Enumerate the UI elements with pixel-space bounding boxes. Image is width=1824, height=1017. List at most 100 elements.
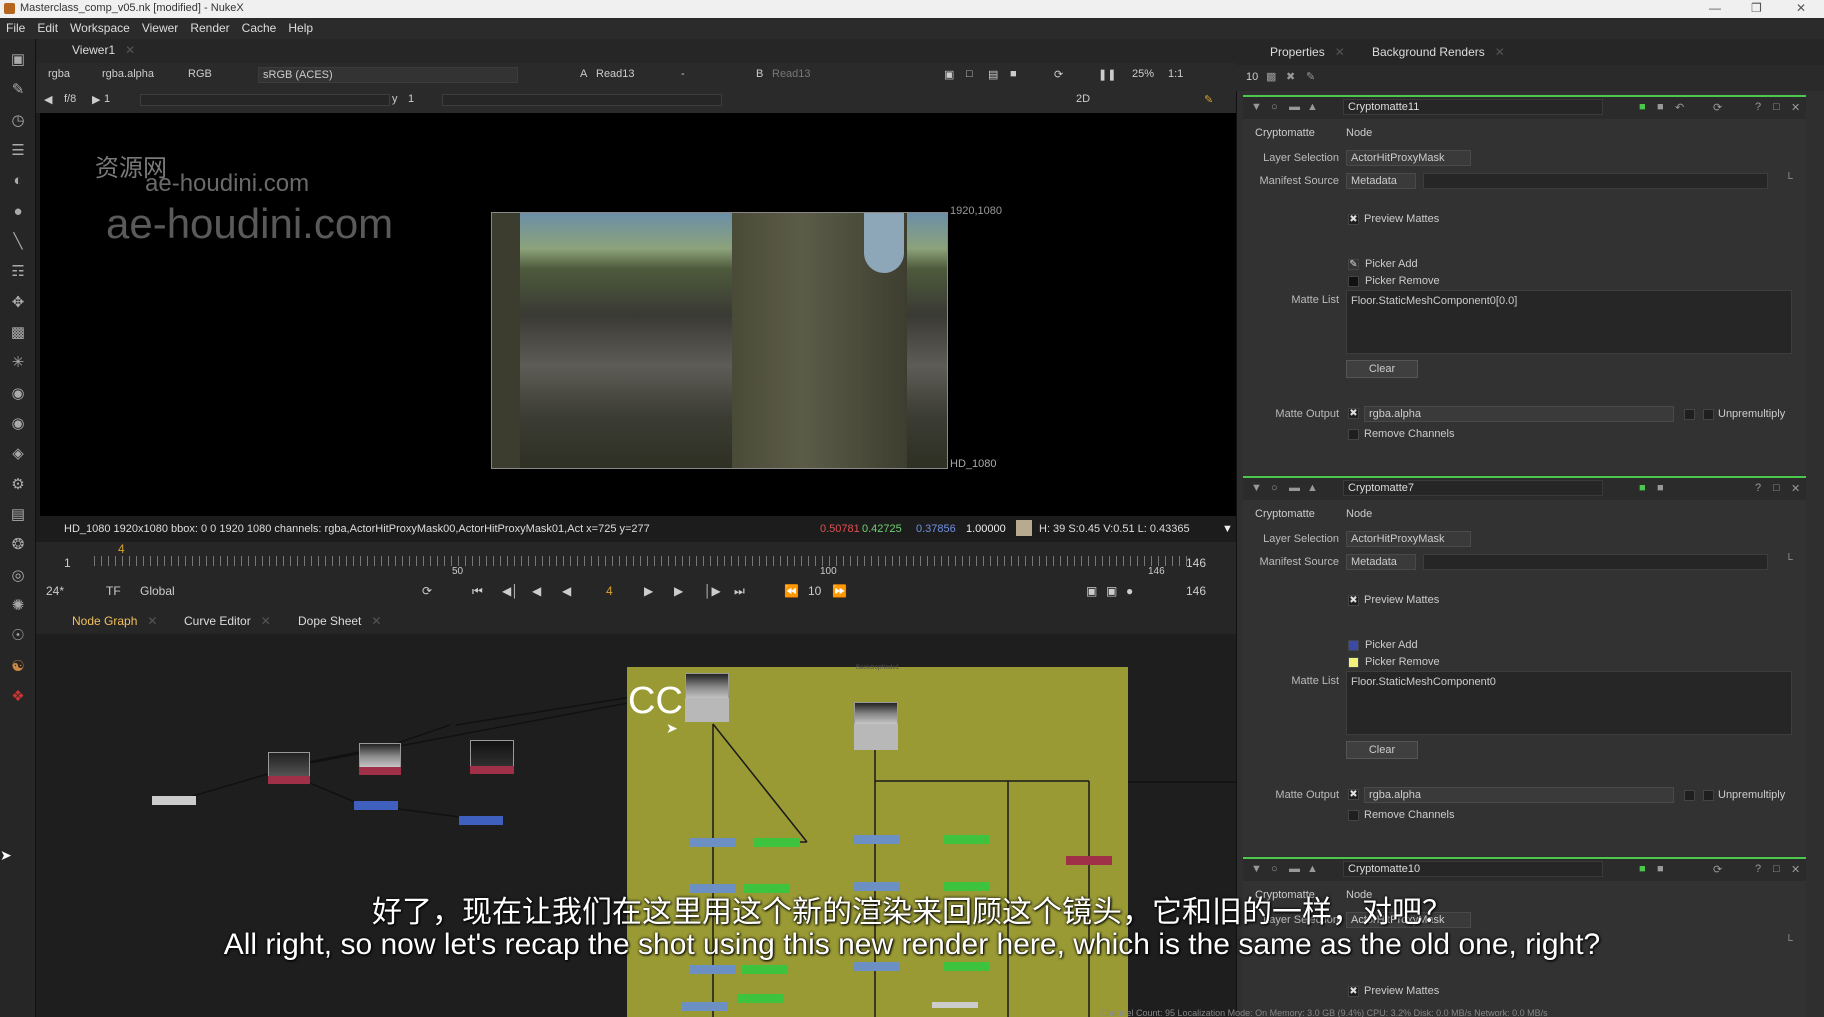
3d-tool-icon[interactable]: ▩ (9, 324, 27, 342)
in-point-icon[interactable]: ▣ (1086, 584, 1097, 598)
help-icon[interactable]: ? (1755, 101, 1761, 113)
help-icon[interactable]: ? (1755, 863, 1761, 875)
remove-channels-checkbox[interactable] (1348, 429, 1359, 440)
prev-frame-icon[interactable]: ◀ (532, 584, 541, 598)
color-tool-icon[interactable]: ◐ (9, 172, 27, 190)
manifest-field[interactable] (1423, 173, 1768, 189)
write-node[interactable] (1066, 856, 1112, 865)
render-thumbnail[interactable] (854, 702, 898, 726)
tab-node[interactable]: Node (1346, 127, 1372, 139)
lut-select[interactable]: sRGB (ACES) (258, 67, 518, 83)
channels-icon[interactable]: ▬ (1289, 101, 1300, 113)
toolsets-tool-icon[interactable]: ⚙ (9, 476, 27, 494)
node-name-field[interactable]: Cryptomatte10 (1343, 861, 1603, 877)
edit-icon[interactable]: ✎ (1306, 70, 1315, 83)
frame-field[interactable]: 1 (104, 93, 110, 105)
timeline[interactable]: 1 4 50 100 146 146 (36, 542, 1236, 577)
help-icon[interactable]: ? (1755, 482, 1761, 494)
file-browse-icon[interactable]: └ (1785, 173, 1793, 185)
float-icon[interactable]: □ (1773, 863, 1780, 875)
step-forward-icon[interactable]: ⏩ (832, 584, 847, 598)
menu-cache[interactable]: Cache (236, 18, 283, 35)
shuffle-node-5[interactable] (690, 965, 736, 974)
clear-button[interactable]: Clear (1346, 360, 1418, 378)
fps-select[interactable]: 24* (46, 584, 64, 598)
cryptomatte-tool-icon[interactable]: ☯ (9, 658, 27, 676)
picker-remove-swatch[interactable] (1348, 276, 1359, 287)
prev-keyframe-icon[interactable]: ◀│ (502, 584, 519, 598)
view-mode-select[interactable]: 2D (1076, 93, 1090, 105)
grade-node-1[interactable] (754, 838, 800, 847)
cc-input-thumbnail[interactable] (685, 673, 729, 701)
layer-selection-select[interactable]: ActorHitProxyMask (1346, 150, 1471, 166)
tab-node[interactable]: Node (1346, 508, 1372, 520)
tab-properties[interactable]: Properties ✕ (1270, 45, 1345, 59)
matte-output-channel-toggle[interactable] (1684, 790, 1695, 801)
rgb-select[interactable]: RGB (188, 68, 212, 80)
read-node-3[interactable] (470, 766, 514, 774)
gl-color-icon[interactable]: ■ (1657, 482, 1664, 494)
end-frame-field[interactable]: 146 (1186, 584, 1206, 598)
channels-icon[interactable]: ▬ (1289, 863, 1300, 875)
menu-edit[interactable]: Edit (31, 18, 64, 35)
grade-node-6[interactable] (943, 962, 989, 971)
tab-dope-sheet[interactable]: Dope Sheet ✕ (298, 614, 381, 628)
channels-icon[interactable]: ▬ (1289, 482, 1300, 494)
viewer-image[interactable] (491, 212, 948, 469)
node-icon[interactable]: ○ (1271, 863, 1278, 875)
zoom-select[interactable]: 25% (1132, 68, 1154, 80)
first-frame-icon[interactable]: ⏮ (472, 584, 483, 599)
float-icon[interactable]: □ (1773, 101, 1780, 113)
matte-output-select[interactable]: rgba.alpha (1364, 406, 1674, 422)
merge-tool-icon[interactable]: ☶ (9, 263, 27, 281)
zebra-icon[interactable]: ▤ (988, 68, 998, 81)
play-backward-icon[interactable]: ◀ (562, 584, 571, 598)
remove-channels-checkbox[interactable] (1348, 810, 1359, 821)
matte-list-field[interactable]: Floor.StaticMeshComponent0 (1346, 671, 1792, 735)
menu-viewer[interactable]: Viewer (136, 18, 184, 35)
read-node-thumbnail[interactable] (268, 752, 310, 778)
clip-icon[interactable]: □ (966, 68, 973, 80)
panel-close-icon[interactable]: ✕ (1791, 863, 1800, 876)
gl-color-icon[interactable]: ■ (1657, 863, 1664, 875)
current-frame-field[interactable]: 4 (606, 584, 613, 598)
tab-node-graph[interactable]: Node Graph ✕ (72, 614, 157, 628)
metadata-tool-icon[interactable]: ◈ (9, 445, 27, 463)
collapse-icon[interactable]: ▼ (1251, 863, 1262, 875)
fstop-left-arrow-icon[interactable]: ◀ (44, 93, 52, 106)
particles-tool-icon[interactable]: ✳ (9, 354, 27, 372)
menu-file[interactable]: File (0, 18, 31, 35)
manifest-source-select[interactable]: Metadata (1346, 173, 1416, 189)
ocula-tool-icon[interactable]: ◎ (9, 567, 27, 585)
undo-icon[interactable]: ↶ (1675, 101, 1684, 114)
picker-add-swatch[interactable]: ✎ (1348, 259, 1359, 270)
node-icon[interactable]: ○ (1271, 482, 1278, 494)
channel-tool-icon[interactable]: ☰ (9, 142, 27, 160)
paint-icon[interactable]: ✎ (1204, 93, 1213, 106)
next-frame-icon[interactable]: ▶ (674, 584, 683, 598)
furnace-tool-icon[interactable]: ❂ (9, 536, 27, 554)
range-select[interactable]: Global (140, 584, 175, 598)
filter-tool-icon[interactable]: ● (9, 203, 27, 221)
unpremultiply-checkbox[interactable] (1703, 790, 1714, 801)
maximize-icon[interactable]: ❐ (1751, 1, 1762, 15)
preview-mattes-checkbox[interactable]: ✖ (1348, 214, 1359, 225)
timeline-ruler[interactable] (94, 556, 1190, 566)
clear-panels-icon[interactable]: ✖ (1286, 70, 1295, 83)
render-node[interactable] (854, 724, 898, 750)
preview-mattes-checkbox[interactable]: ✖ (1348, 986, 1359, 997)
unpremultiply-checkbox[interactable] (1703, 409, 1714, 420)
picker-remove-swatch[interactable] (1348, 657, 1359, 668)
shuffle-node-1[interactable] (690, 838, 736, 847)
menu-help[interactable]: Help (282, 18, 319, 35)
custom-tool-icon[interactable]: ❖ (9, 688, 27, 706)
frame-arrow-icon[interactable]: ▶ (92, 93, 100, 106)
blue-node-1[interactable] (354, 801, 398, 810)
input-a-select[interactable]: Read13 (596, 68, 635, 80)
step-size-field[interactable]: 10 (808, 584, 821, 598)
plugin-tool-icon[interactable]: ✺ (9, 597, 27, 615)
revert-icon[interactable]: ⟳ (1713, 863, 1722, 876)
gamma-slider[interactable] (442, 94, 722, 106)
picker-add-swatch[interactable] (1348, 640, 1359, 651)
collapse-icon[interactable]: ▼ (1251, 101, 1262, 113)
